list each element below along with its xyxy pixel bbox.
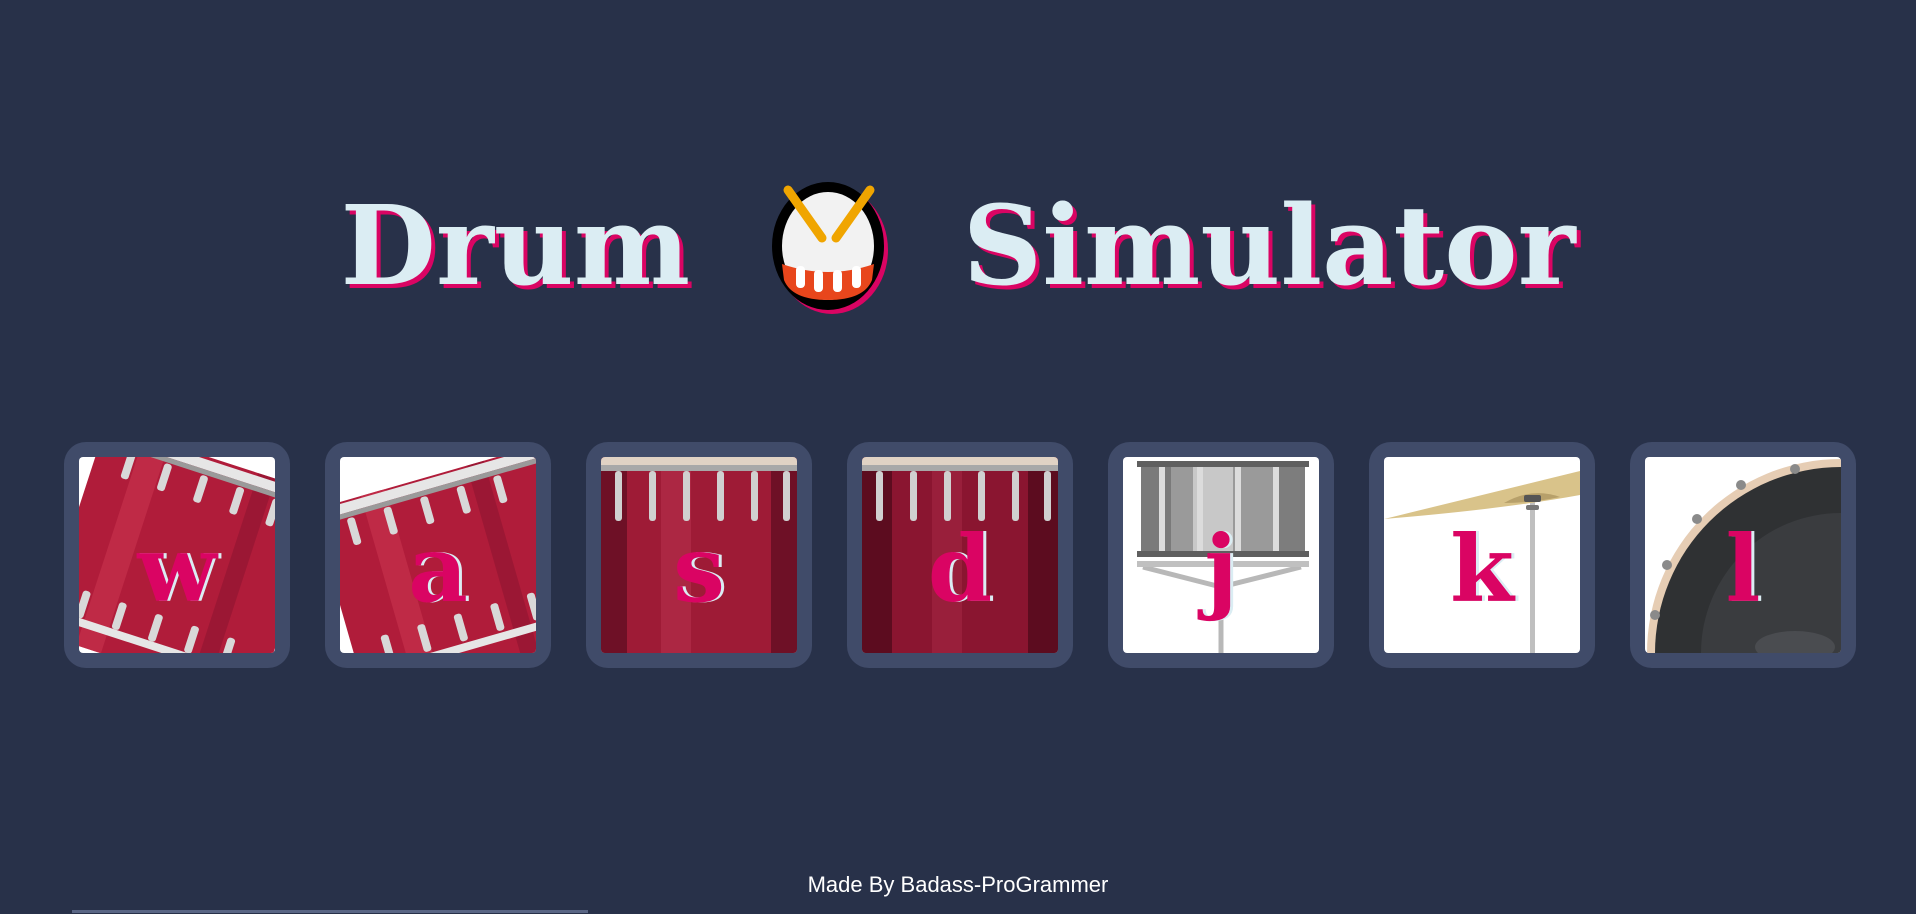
drum-pad-a: a — [340, 457, 536, 653]
drum-k-button[interactable]: k — [1369, 442, 1595, 668]
title-word-simulator: Simulator — [962, 180, 1576, 310]
drum-l-button[interactable]: l — [1630, 442, 1856, 668]
drum-pad-k: k — [1384, 457, 1580, 653]
drum-set: w a s d j k l — [64, 442, 1858, 668]
drum-a-button[interactable]: a — [325, 442, 551, 668]
footer-credit: Made By Badass-ProGrammer — [807, 872, 1109, 897]
page-title: Drum Simulator — [0, 172, 1916, 316]
drum-key-label: d — [927, 515, 993, 623]
drum-pad-d: d — [862, 457, 1058, 653]
drum-emoji-icon — [768, 176, 890, 316]
drum-key-label: k — [1450, 515, 1514, 623]
drum-s-button[interactable]: s — [586, 442, 812, 668]
drum-pad-w: w — [79, 457, 275, 653]
drum-pad-l: l — [1645, 457, 1841, 653]
drum-key-label: l — [1725, 515, 1761, 623]
footer-divider — [72, 910, 588, 913]
drum-key-label: s — [673, 515, 725, 623]
drum-key-label: w — [137, 515, 217, 623]
drum-d-button[interactable]: d — [847, 442, 1073, 668]
drum-pad-s: s — [601, 457, 797, 653]
title-word-drum: Drum — [340, 180, 691, 310]
drum-w-button[interactable]: w — [64, 442, 290, 668]
drum-j-button[interactable]: j — [1108, 442, 1334, 668]
drum-key-label: j — [1204, 515, 1238, 623]
drum-pad-j: j — [1123, 457, 1319, 653]
page: Drum Simulator w a s d j k l Made By Bad… — [0, 0, 1916, 914]
drum-key-label: a — [408, 515, 468, 623]
